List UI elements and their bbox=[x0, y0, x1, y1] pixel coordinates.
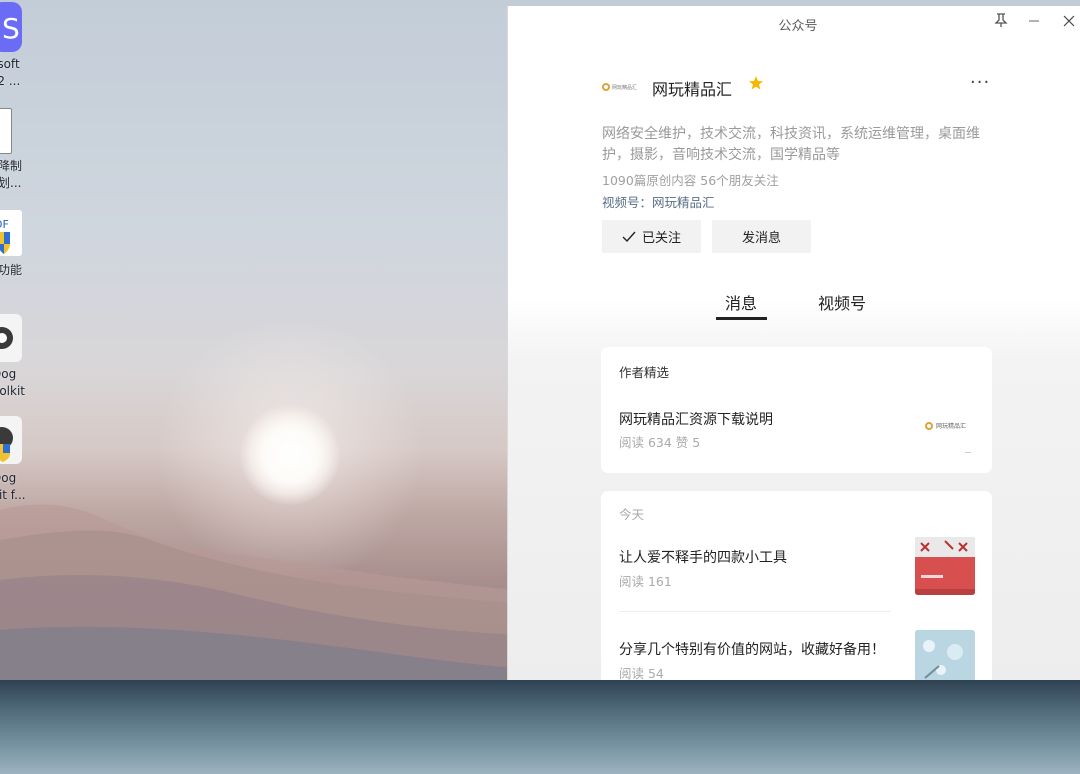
account-name: 网玩精品汇 bbox=[652, 80, 733, 99]
featured-article-thumbnail[interactable]: 网玩精品汇 bbox=[915, 399, 975, 457]
close-icon[interactable] bbox=[1058, 12, 1080, 34]
desktop-icon-caption: Dog oolkit bbox=[0, 367, 26, 398]
document-icon bbox=[0, 108, 12, 154]
sand-dunes bbox=[0, 504, 520, 700]
window-titlebar[interactable]: 公众号 bbox=[508, 6, 1080, 42]
article-meta: 阅读 161 bbox=[619, 574, 672, 589]
logo-text: 网玩精品汇 bbox=[612, 84, 638, 91]
thumb-dash bbox=[965, 452, 971, 453]
article-title[interactable]: 分享几个特别有价值的网站，收藏好备用！ bbox=[619, 639, 885, 659]
send-message-button-label: 发消息 bbox=[741, 231, 781, 246]
article-meta: 阅读 54 bbox=[619, 666, 664, 680]
account-description: 网络安全维护，技术交流，科技资讯，系统运维管理，桌面维护，摄影，音响技术交流，国… bbox=[602, 126, 980, 163]
today-label: 今天 bbox=[619, 507, 645, 522]
followed-button-label: 已关注 bbox=[641, 231, 681, 246]
account-logo[interactable]: 网玩精品汇 bbox=[602, 78, 638, 96]
tab-video-channel[interactable]: 视频号 bbox=[818, 290, 866, 314]
followed-button[interactable]: 已关注 bbox=[602, 220, 701, 253]
desktop-icon-pdf[interactable]: DF 多功能 手 bbox=[0, 208, 36, 308]
tab-messages[interactable]: 消息 bbox=[725, 290, 757, 314]
desktop-icon-caption: Dog kit f... bbox=[0, 471, 26, 502]
account-header: 网玩精品汇 网玩精品汇 ··· bbox=[602, 72, 992, 104]
article-thumbnail-blue[interactable] bbox=[915, 630, 975, 680]
check-icon bbox=[622, 231, 636, 242]
pdf-shield-icon: DF bbox=[0, 210, 22, 256]
list-divider bbox=[619, 611, 891, 612]
thumb-logo-text: 网玩精品汇 bbox=[936, 423, 967, 430]
desktop-icons: S osoft e2 ... 反降制 机划... DF 多功能 手 bbox=[0, 0, 40, 520]
account-stats: 1090篇原创内容 56个朋友关注 bbox=[602, 173, 779, 188]
minimize-icon[interactable] bbox=[1023, 12, 1045, 34]
desktop-icon-dog-toolkit[interactable]: Dog oolkit bbox=[0, 312, 36, 412]
featured-article-title[interactable]: 网玩精品汇资源下载说明 bbox=[619, 409, 773, 429]
desktop-icon-doc[interactable]: 反降制 机划... bbox=[0, 108, 36, 208]
desktop-icon-microsoft[interactable]: S osoft e2 ... bbox=[0, 2, 36, 102]
logo-ring-icon bbox=[925, 421, 933, 430]
svg-text:DF: DF bbox=[0, 218, 9, 231]
desktop-icon-caption: 反降制 机划... bbox=[0, 159, 23, 190]
official-account-window: 公众号 网玩精品汇 网玩精品汇 ··· 网络安全维护，技术交流，科技资讯，系统运… bbox=[507, 6, 1080, 680]
svg-text:S: S bbox=[2, 12, 20, 45]
today-card: 今天 让人爱不释手的四款小工具 阅读 161 分享几个特别有价值的网站，收藏好备 bbox=[601, 491, 992, 680]
featured-label: 作者精选 bbox=[619, 365, 670, 380]
article-thumbnail-red[interactable] bbox=[915, 537, 975, 595]
microsoft-app-icon: S bbox=[0, 2, 22, 52]
desktop-icon-caption: 多功能 手 bbox=[0, 263, 23, 277]
desktop-icon-caption: osoft e2 ... bbox=[0, 57, 21, 88]
logo-ring-icon bbox=[602, 83, 610, 91]
active-tab-indicator bbox=[716, 317, 767, 320]
dog-shield-icon bbox=[0, 416, 22, 464]
featured-article-meta: 阅读 634 赞 5 bbox=[619, 435, 701, 450]
lake-water bbox=[0, 680, 1080, 774]
star-icon[interactable] bbox=[748, 75, 764, 91]
account-video-channel-link[interactable]: 视频号：网玩精品汇 bbox=[602, 192, 715, 211]
desktop-icon-dog-kit[interactable]: Dog kit f... bbox=[0, 414, 36, 514]
account-profile-scroll-area[interactable]: 网玩精品汇 网玩精品汇 ··· 网络安全维护，技术交流，科技资讯，系统运维管理，… bbox=[508, 42, 1080, 680]
send-message-button[interactable]: 发消息 bbox=[712, 220, 811, 253]
pin-icon[interactable] bbox=[990, 12, 1012, 34]
more-options-icon[interactable]: ··· bbox=[970, 72, 990, 93]
content-tabs: 消息 视频号 bbox=[508, 282, 1080, 322]
featured-card: 作者精选 网玩精品汇资源下载说明 阅读 634 赞 5 网玩精品汇 bbox=[601, 347, 992, 473]
dog-app-icon bbox=[0, 314, 22, 362]
article-title[interactable]: 让人爱不释手的四款小工具 bbox=[619, 547, 787, 567]
